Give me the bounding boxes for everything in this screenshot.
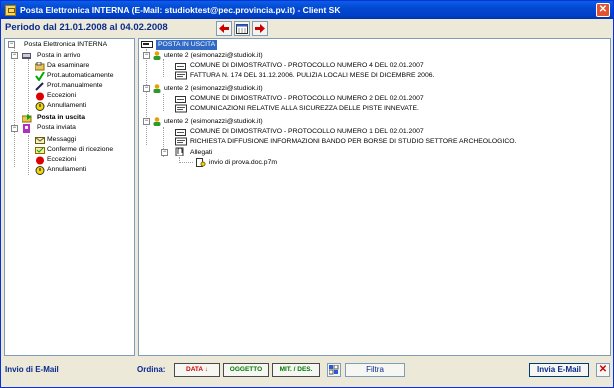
calendar-button[interactable]	[234, 21, 250, 36]
subject-icon	[175, 71, 187, 80]
tree-item-inviata[interactable]: Posta inviata	[37, 123, 76, 133]
mailbox-icon	[141, 41, 153, 48]
outbox-icon	[22, 114, 32, 123]
pen-icon	[35, 82, 44, 91]
subject-icon	[175, 104, 187, 113]
message-protocol-1[interactable]: COMUNE DI DIMOSTRATIVO - PROTOCOLLO NUME…	[190, 61, 424, 71]
check-icon	[35, 72, 45, 81]
expand-allegati[interactable]: −	[161, 149, 168, 156]
message-subject-3[interactable]: RICHIESTA DIFFUSIONE INFORMAZIONI BANDO …	[190, 137, 516, 147]
prev-period-button[interactable]	[216, 21, 232, 36]
message-subject-1[interactable]: FATTURA N. 174 DEL 31.12.2006. PULIZIA L…	[190, 71, 434, 81]
mailbox-icon	[22, 53, 31, 59]
message-tree: POSTA IN USCITA − utente 2 (esimonazzi@s…	[138, 38, 611, 356]
sort-data-button[interactable]: DATA ↓	[174, 363, 220, 377]
expand-arrivo[interactable]: −	[11, 52, 18, 59]
tree-item-eccezioni-inviata[interactable]: Eccezioni	[47, 155, 76, 165]
expand-user2[interactable]: −	[143, 85, 150, 92]
tree-item-messaggi[interactable]: Messaggi	[47, 135, 76, 145]
user-icon	[153, 117, 161, 126]
sort-oggetto-button[interactable]: OGGETTO	[223, 363, 269, 377]
title-bar[interactable]: Posta Elettronica INTERNA (E-Mail: studi…	[1, 1, 613, 19]
tree-item-eccezioni[interactable]: Eccezioni	[47, 91, 76, 101]
warning-icon	[35, 166, 45, 175]
message-protocol-3[interactable]: COMUNE DI DIMOSTRATIVO - PROTOCOLLO NUME…	[190, 127, 424, 137]
exit-button[interactable]: ✕	[596, 363, 610, 377]
user-node-2[interactable]: utente 2 (esimonazzi@studiok.it)	[164, 84, 263, 94]
message-subject-2[interactable]: COMUNICAZIONI RELATIVE ALLA SICUREZZA DE…	[190, 104, 419, 114]
user-icon	[153, 84, 161, 93]
tree-item-conferme[interactable]: Conferme di ricezione	[47, 145, 113, 155]
close-icon: ✕	[598, 364, 608, 375]
subject-icon	[175, 137, 187, 146]
tree-item-arrivo[interactable]: Posta in arrivo	[37, 51, 80, 61]
sort-down-arrow-icon: ↓	[204, 366, 208, 373]
app-icon	[5, 4, 16, 16]
prev-arrow-icon	[219, 24, 229, 33]
tree-item-annullamenti[interactable]: Annullamenti	[47, 101, 86, 111]
folder-icon	[35, 62, 45, 71]
envelope-icon	[35, 137, 45, 144]
filter-toggle-icon	[328, 364, 339, 375]
tree-item-prot-auto[interactable]: Prot.automaticamente	[47, 71, 114, 81]
sort-label: Ordina:	[137, 365, 166, 374]
expand-user1[interactable]: −	[143, 52, 150, 59]
expand-inviata[interactable]: −	[11, 125, 18, 132]
attachments-node[interactable]: Allegati	[190, 148, 212, 158]
stop-icon	[36, 92, 44, 101]
tree-item-annullamenti-inviata[interactable]: Annullamenti	[47, 165, 86, 175]
stop-icon	[36, 156, 44, 165]
tree-item-prot-man[interactable]: Prot.manualmente	[47, 81, 103, 91]
window-title: Posta Elettronica INTERNA (E-Mail: studi…	[20, 5, 341, 15]
user-node-1[interactable]: utente 2 (esimonazzi@studiok.it)	[164, 51, 263, 61]
attachment-icon	[175, 147, 184, 156]
tree-root[interactable]: Posta Elettronica INTERNA	[24, 40, 107, 50]
signed-file-icon	[196, 158, 206, 167]
expand-user3[interactable]: −	[143, 118, 150, 125]
folder-tree: − Posta Elettronica INTERNA − Posta in a…	[4, 38, 135, 356]
message-protocol-2[interactable]: COMUNE DI DIMOSTRATIVO - PROTOCOLLO NUME…	[190, 94, 424, 104]
filter-toggle-button[interactable]	[327, 363, 341, 377]
filter-button[interactable]: Filtra	[345, 363, 405, 377]
sort-mitdes-button[interactable]: MIT. / DES.	[272, 363, 320, 377]
main-window: Posta Elettronica INTERNA (E-Mail: studi…	[0, 0, 614, 388]
tree-item-da-esaminare[interactable]: Da esaminare	[47, 61, 89, 71]
expand-root[interactable]: −	[8, 41, 15, 48]
warning-icon	[35, 102, 45, 111]
tree-root-posta-uscita[interactable]: POSTA IN USCITA	[156, 40, 218, 50]
tree-item-uscita[interactable]: Posta in uscita	[37, 113, 85, 123]
sort-data-label: DATA	[186, 366, 203, 373]
send-email-button[interactable]: Invia E-Mail	[529, 363, 589, 377]
document-icon	[175, 129, 186, 136]
user-node-3[interactable]: utente 2 (esimonazzi@studiok.it)	[164, 117, 263, 127]
period-label: Periodo dal 21.01.2008 al 04.02.2008	[5, 22, 168, 33]
calendar-icon	[236, 24, 248, 34]
sent-box-icon	[23, 124, 30, 133]
user-icon	[153, 51, 161, 60]
close-icon[interactable]: ✕	[596, 3, 610, 17]
send-email-label: Invio di E-Mail	[5, 365, 59, 374]
next-period-button[interactable]	[252, 21, 268, 36]
receipt-icon	[35, 147, 45, 154]
attachment-file[interactable]: invio di prova.doc.p7m	[209, 158, 277, 168]
next-arrow-icon	[255, 24, 265, 33]
document-icon	[175, 96, 186, 103]
document-icon	[175, 63, 186, 70]
